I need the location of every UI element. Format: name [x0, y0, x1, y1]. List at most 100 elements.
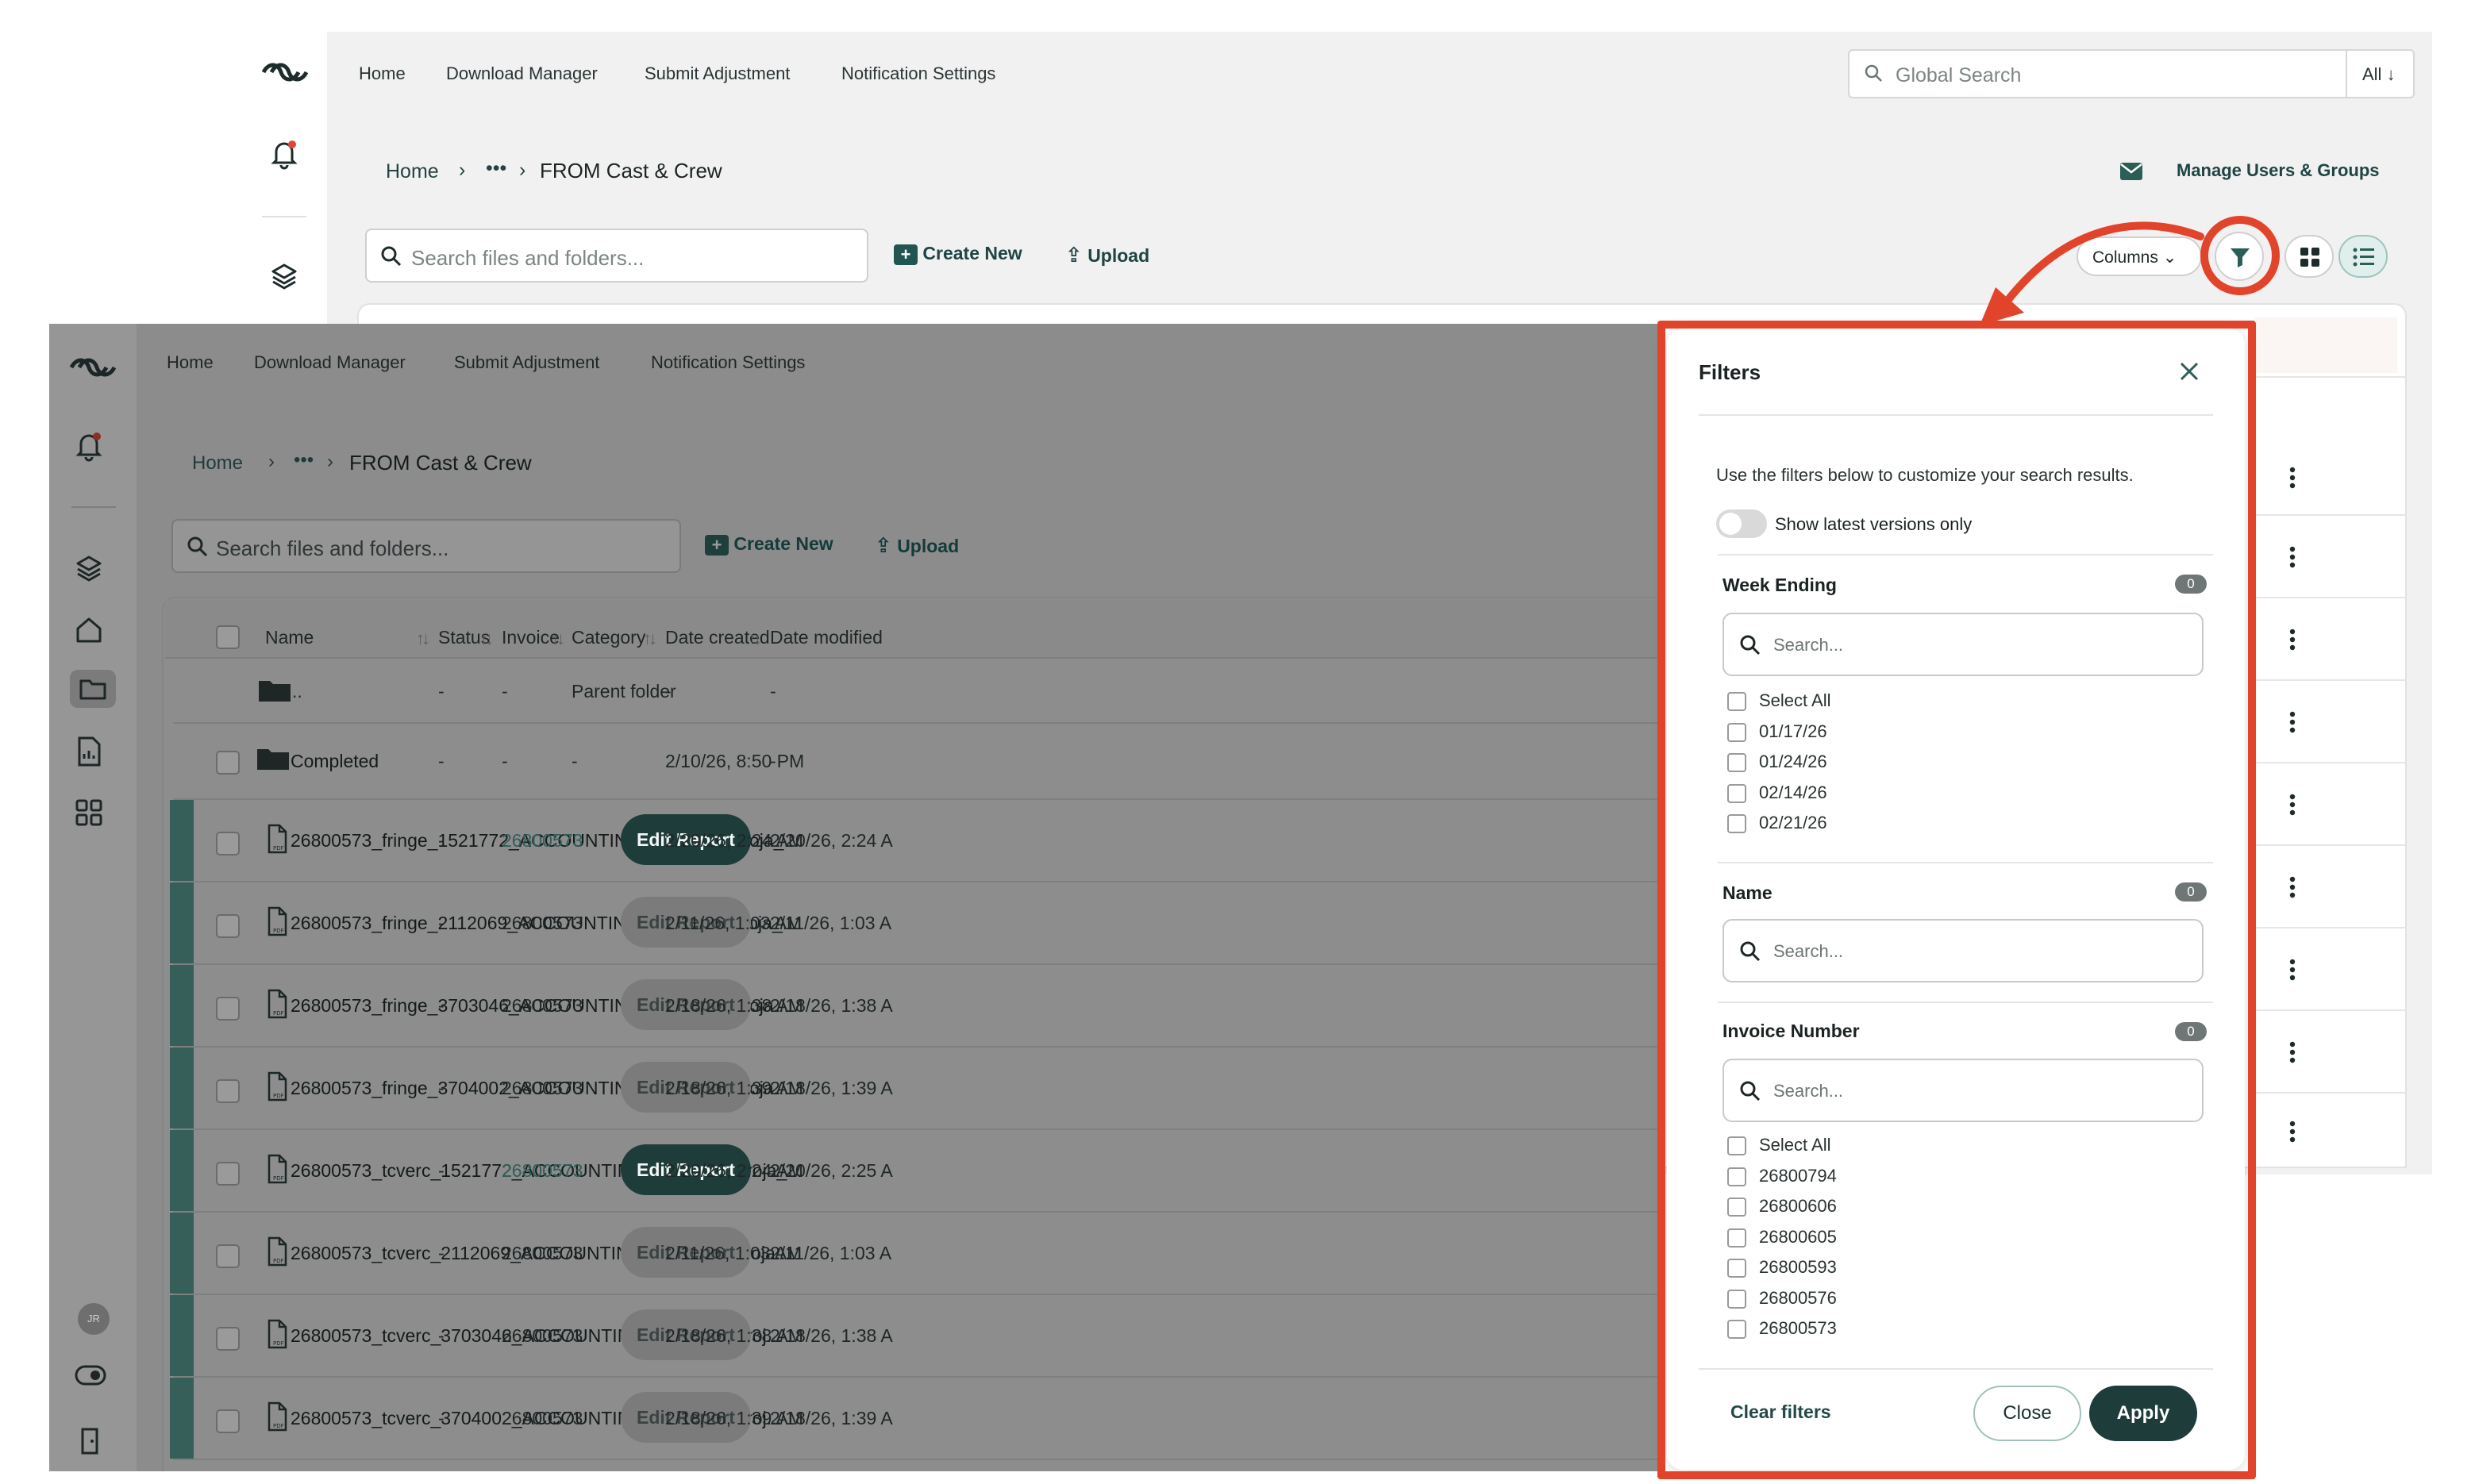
table-row[interactable]: PDF 26800573_fringe_2112069_ACCOUNTING_01…: [170, 882, 1657, 965]
table-row-parent[interactable]: .. - - Parent folder - -: [173, 660, 1657, 724]
svg-text:PDF: PDF: [273, 1175, 284, 1182]
overlay-nav-submit-adjustment[interactable]: Submit Adjustment: [454, 352, 599, 373]
report-icon[interactable]: [75, 736, 103, 767]
bell-icon[interactable]: [75, 430, 103, 462]
modified-cell: 2/11/26, 1:03 A: [770, 1243, 892, 1263]
row-status-stripe: [170, 1213, 194, 1294]
row-status-stripe: [170, 882, 194, 963]
row-menu-icon[interactable]: [2283, 1036, 2302, 1068]
status-cell: -: [438, 913, 445, 933]
modified-cell: 2/18/26, 1:39 A: [770, 1408, 893, 1428]
create-new-button[interactable]: + Create New: [705, 533, 833, 556]
row-menu-icon[interactable]: [2283, 871, 2302, 903]
pdf-file-icon: PDF: [268, 1319, 287, 1349]
table-row[interactable]: PDF 26800573_fringe_3704002_ACCOUNTING_01…: [170, 1048, 1657, 1130]
folder-icon: [257, 749, 289, 770]
file-search-input[interactable]: Search files and folders...: [171, 519, 681, 573]
column-category[interactable]: Category: [572, 627, 645, 648]
row-menu-icon[interactable]: [2283, 1116, 2302, 1148]
column-date-modified[interactable]: Date modified: [770, 627, 883, 648]
row-checkbox[interactable]: [216, 1162, 240, 1186]
row-checkbox[interactable]: [216, 1079, 240, 1103]
grid-view-button[interactable]: [2284, 235, 2334, 278]
bell-icon[interactable]: [270, 138, 298, 170]
row-checkbox[interactable]: [216, 751, 240, 775]
row-menu-icon[interactable]: [2283, 541, 2302, 573]
folder-icon[interactable]: [79, 676, 106, 702]
table-row[interactable]: PDF 26800573_tcverc_2112069_ACCOUNTING_01…: [170, 1213, 1657, 1295]
chevron-right-icon: ›: [519, 159, 526, 181]
upload-button[interactable]: ⇪ Upload: [1065, 243, 1149, 267]
breadcrumb-ellipsis[interactable]: •••: [294, 449, 314, 471]
overlay-side-rail: JR: [49, 324, 137, 1471]
breadcrumb-home[interactable]: Home: [192, 452, 243, 475]
nav-download-manager[interactable]: Download Manager: [446, 63, 598, 84]
sort-icon[interactable]: ↑↓: [643, 629, 657, 649]
search-scope-dropdown[interactable]: All ↓: [2362, 64, 2396, 85]
breadcrumb-ellipsis[interactable]: •••: [486, 157, 506, 180]
upload-button[interactable]: ⇪ Upload: [875, 533, 959, 558]
category-cell: Parent folder: [572, 681, 676, 702]
avatar[interactable]: JR: [78, 1303, 110, 1335]
home-icon[interactable]: [75, 616, 103, 644]
invoice-cell: -: [502, 681, 508, 702]
global-search-input[interactable]: Global Search All ↓: [1848, 49, 2415, 98]
column-name[interactable]: Name: [265, 627, 314, 648]
annotation-highlight-circle: [2200, 216, 2280, 295]
apps-icon[interactable]: [75, 798, 103, 827]
row-divider: [2254, 1009, 2407, 1011]
folder-name: Completed: [291, 751, 379, 771]
row-checkbox[interactable]: [216, 997, 240, 1021]
nav-home[interactable]: Home: [359, 63, 406, 84]
row-checkbox[interactable]: [216, 1244, 240, 1268]
row-checkbox[interactable]: [216, 1409, 240, 1433]
background-table-header: [2254, 317, 2397, 373]
layers-icon[interactable]: [270, 262, 298, 290]
sort-icon[interactable]: ↑↓: [416, 629, 430, 649]
list-view-button[interactable]: [2338, 235, 2388, 278]
row-menu-icon[interactable]: [2283, 462, 2302, 494]
table-header: [165, 600, 1657, 659]
modified-cell: 2/20/26, 2:24 A: [770, 830, 893, 851]
svg-text:PDF: PDF: [273, 928, 284, 934]
table-row[interactable]: PDF 26800573_fringe_3703046_ACCOUNTING_01…: [170, 965, 1657, 1048]
row-checkbox[interactable]: [216, 832, 240, 855]
table-row[interactable]: PDF 26800573_tcverc_1521772_ACCOUNTING_01…: [170, 1130, 1657, 1213]
sort-icon[interactable]: ↑↓: [479, 629, 494, 649]
sort-icon[interactable]: ↑↓: [551, 629, 565, 649]
nav-submit-adjustment[interactable]: Submit Adjustment: [645, 63, 790, 84]
row-menu-icon[interactable]: [2283, 706, 2302, 738]
invoice-cell[interactable]: 26800573: [502, 1160, 583, 1182]
table-row[interactable]: PDF 26800573_fringe_1521772_ACCOUNTING_01…: [170, 800, 1657, 882]
chevron-right-icon: ›: [459, 159, 466, 181]
create-new-button[interactable]: + Create New: [894, 243, 1022, 265]
invoice-cell[interactable]: 26800573: [502, 830, 583, 852]
row-checkbox[interactable]: [216, 914, 240, 938]
breadcrumb-home[interactable]: Home: [386, 160, 439, 183]
file-search-placeholder: Search files and folders...: [411, 246, 645, 270]
row-menu-icon[interactable]: [2283, 954, 2302, 986]
sort-icon[interactable]: ↑↓: [748, 629, 762, 649]
create-new-label: Create New: [733, 533, 833, 554]
table-row[interactable]: PDF 26800573_tcverc_3704002_ACCOUNTING_01…: [170, 1378, 1657, 1460]
row-menu-icon[interactable]: [2283, 624, 2302, 655]
background-file-search-input[interactable]: Search files and folders...: [365, 229, 868, 283]
select-all-checkbox[interactable]: [216, 625, 240, 649]
search-icon: [381, 246, 402, 267]
toggle-theme-icon[interactable]: [75, 1365, 106, 1386]
table-row-folder[interactable]: Completed - - - 2/10/26, 8:50 PM -: [173, 724, 1657, 800]
row-divider: [2254, 927, 2407, 928]
overlay-nav-notification-settings[interactable]: Notification Settings: [651, 352, 805, 373]
row-checkbox[interactable]: [216, 1327, 240, 1351]
layers-icon[interactable]: [75, 554, 103, 582]
nav-notification-settings[interactable]: Notification Settings: [841, 63, 995, 84]
plus-icon: +: [705, 534, 729, 556]
table-row[interactable]: PDF 26800573_tcverc_3703046_ACCOUNTING_01…: [170, 1295, 1657, 1378]
logout-icon[interactable]: [75, 1427, 103, 1455]
row-menu-icon[interactable]: [2283, 789, 2302, 821]
row-divider: [2254, 376, 2407, 378]
global-search-placeholder: Global Search: [1896, 64, 2022, 87]
overlay-nav-home[interactable]: Home: [167, 352, 214, 373]
overlay-nav-download-manager[interactable]: Download Manager: [254, 352, 406, 373]
manage-users-link[interactable]: Manage Users & Groups: [2177, 160, 2380, 181]
